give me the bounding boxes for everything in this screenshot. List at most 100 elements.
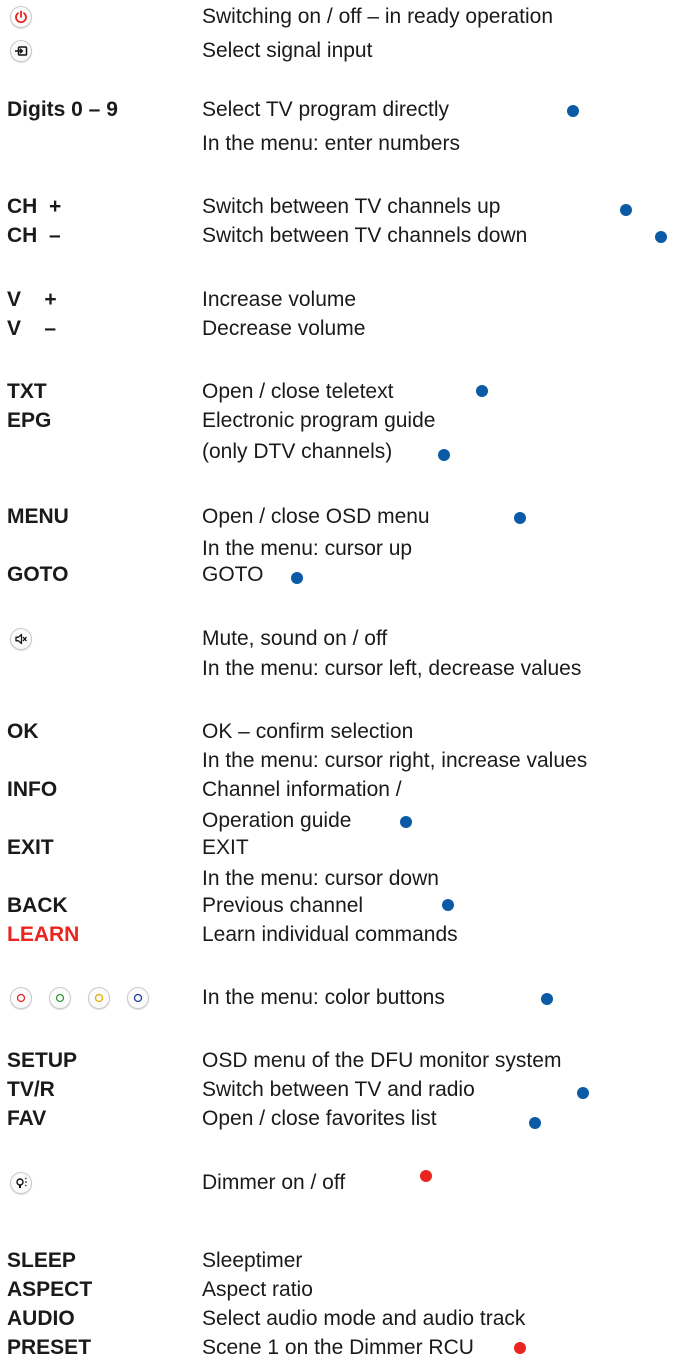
blue-dot-indicator [400,816,412,828]
row-key: PRESET [7,1336,92,1359]
blue-dot-indicator [577,1087,589,1099]
row-desc: Mute, sound on / off [202,627,388,650]
row-key: V – [7,317,57,340]
row-desc: Select audio mode and audio track [202,1307,526,1330]
row-key: TV/R [7,1078,55,1101]
row-desc: Channel information / [202,778,402,801]
row-key: EPG [7,409,52,432]
row-ok: OK OK – confirm selection [0,717,686,747]
blue-dot-indicator [620,204,632,216]
row-info-guide: Operation guide [0,806,686,836]
row-desc: Scene 1 on the Dimmer RCU [202,1336,474,1359]
green-button-icon [49,987,71,1009]
row-key: FAV [7,1107,47,1130]
row-desc: Electronic program guide [202,409,436,432]
row-key: INFO [7,778,58,801]
power-icon [10,6,32,28]
blue-dot-indicator [442,899,454,911]
row-key: SLEEP [7,1249,76,1272]
row-desc: Decrease volume [202,317,366,340]
row-desc: Select signal input [202,39,373,62]
row-key: MENU [7,505,69,528]
row-key: CH – [7,224,61,247]
row-signal-input: Select signal input [0,36,686,66]
row-key: GOTO [7,563,69,586]
row-ch-up: CH + Switch between TV channels up [0,192,686,222]
row-desc: Switch between TV channels up [202,195,501,218]
row-desc: Open / close OSD menu [202,505,430,528]
row-desc: GOTO [202,563,264,586]
row-desc: Open / close teletext [202,380,394,403]
blue-dot-indicator [529,1117,541,1129]
row-aspect: ASPECT Aspect ratio [0,1275,686,1305]
mute-icon [10,628,32,650]
row-key: OK [7,720,39,743]
row-desc: EXIT [202,836,249,859]
row-key: CH + [7,195,62,218]
dimmer-icon [10,1172,32,1194]
red-dot-indicator [420,1170,432,1182]
row-key: AUDIO [7,1307,75,1330]
row-desc: Learn individual commands [202,923,458,946]
row-key: SETUP [7,1049,78,1072]
blue-dot-indicator [567,105,579,117]
row-volume-up: V + Increase volume [0,285,686,315]
row-desc: Increase volume [202,288,357,311]
row-mute: Mute, sound on / off [0,624,686,654]
row-color-buttons: In the menu: color buttons [0,983,686,1013]
row-mute-menu: In the menu: cursor left, decrease value… [0,654,686,684]
row-exit-menu: In the menu: cursor down [0,864,686,894]
row-key: BACK [7,894,68,917]
row-tv-radio: TV/R Switch between TV and radio [0,1075,686,1105]
blue-dot-indicator [655,231,667,243]
row-desc: Sleeptimer [202,1249,303,1272]
row-desc: In the menu: color buttons [202,986,445,1009]
row-preset: PRESET Scene 1 on the Dimmer RCU [0,1333,686,1363]
row-digits: Digits 0 – 9 Select TV program directly [0,95,686,125]
row-desc: OSD menu of the DFU monitor system [202,1049,562,1072]
row-desc: Open / close favorites list [202,1107,437,1130]
row-info: INFO Channel information / [0,775,686,805]
row-key: V + [7,288,57,311]
row-fav: FAV Open / close favorites list [0,1104,686,1134]
blue-dot-indicator [438,449,450,461]
row-desc: Operation guide [202,809,352,832]
row-desc: Select TV program directly [202,98,450,121]
row-desc: In the menu: cursor left, decrease value… [202,657,582,680]
row-volume-down: V – Decrease volume [0,314,686,344]
row-key: ASPECT [7,1278,93,1301]
row-desc: In the menu: enter numbers [202,132,460,155]
row-desc: Aspect ratio [202,1278,313,1301]
blue-dot-indicator [514,512,526,524]
row-ch-down: CH – Switch between TV channels down [0,221,686,251]
row-learn: LEARN Learn individual commands [0,920,686,950]
row-menu: MENU Open / close OSD menu [0,502,686,532]
signal-input-icon [10,40,32,62]
row-key: Digits 0 – 9 [7,98,118,121]
blue-dot-indicator [291,572,303,584]
row-desc: In the menu: cursor down [202,867,439,890]
row-desc: In the menu: cursor right, increase valu… [202,749,588,772]
row-digits-menu: In the menu: enter numbers [0,129,686,159]
row-desc: OK – confirm selection [202,720,414,743]
row-back: BACK Previous channel [0,891,686,921]
row-desc: Dimmer on / off [202,1171,346,1194]
row-epg-note: (only DTV channels) [0,437,686,467]
blue-button-icon [127,987,149,1009]
row-txt: TXT Open / close teletext [0,377,686,407]
row-epg: EPG Electronic program guide [0,406,686,436]
row-ok-menu: In the menu: cursor right, increase valu… [0,746,686,776]
yellow-button-icon [88,987,110,1009]
blue-dot-indicator [476,385,488,397]
row-key: LEARN [7,923,80,946]
red-dot-indicator [514,1342,526,1354]
row-exit: EXIT EXIT [0,833,686,863]
row-goto: GOTO GOTO [0,560,686,590]
row-sleep: SLEEP Sleeptimer [0,1246,686,1276]
blue-dot-indicator [541,993,553,1005]
row-setup: SETUP OSD menu of the DFU monitor system [0,1046,686,1076]
row-dimmer: Dimmer on / off [0,1168,686,1198]
red-button-icon [10,987,32,1009]
row-desc: Previous channel [202,894,364,917]
row-desc: Switch between TV and radio [202,1078,475,1101]
